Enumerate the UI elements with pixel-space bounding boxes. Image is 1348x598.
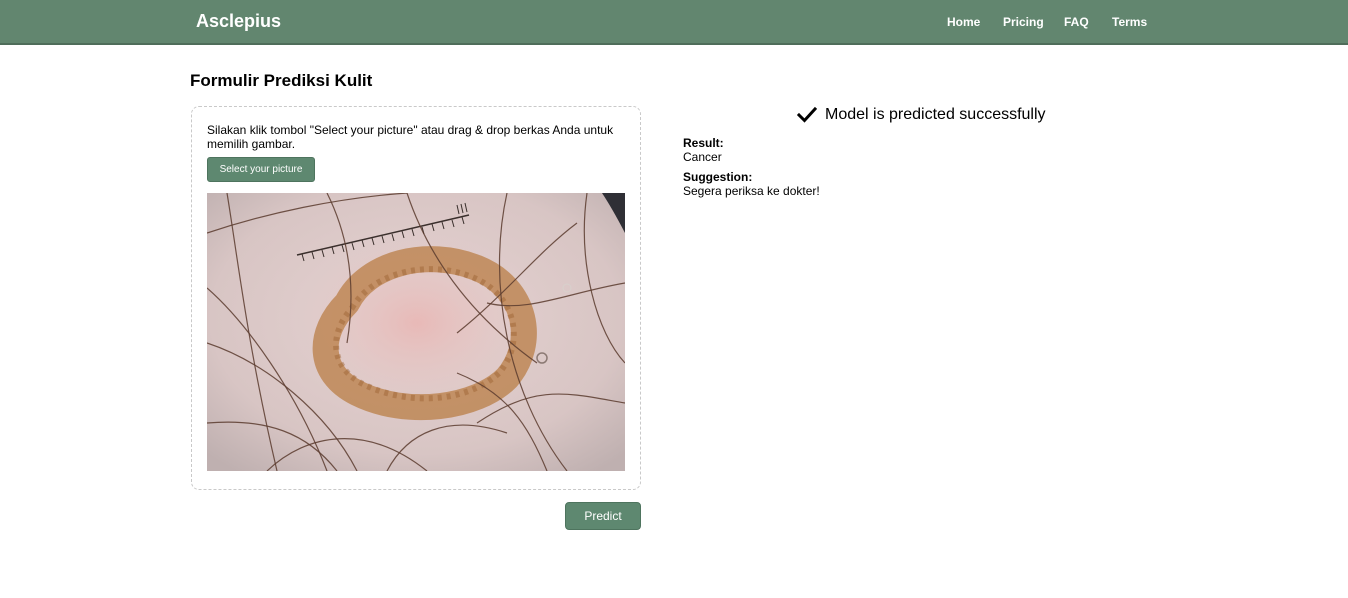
result-block: Result: Cancer	[683, 136, 724, 164]
status-message: Model is predicted successfully	[797, 104, 1046, 126]
upload-dropzone[interactable]: Silakan klik tombol "Select your picture…	[191, 106, 641, 490]
navbar: Asclepius Home Pricing FAQ Terms	[0, 0, 1348, 45]
select-picture-button[interactable]: Select your picture	[207, 157, 315, 182]
predict-button[interactable]: Predict	[565, 502, 641, 530]
suggestion-label: Suggestion:	[683, 170, 753, 184]
nav-link-home[interactable]: Home	[947, 15, 980, 29]
skin-lesion-image	[207, 193, 625, 471]
nav-link-terms[interactable]: Terms	[1112, 15, 1147, 29]
suggestion-block: Suggestion: Segera periksa ke dokter!	[683, 170, 820, 198]
nav-link-faq[interactable]: FAQ	[1064, 15, 1089, 29]
image-preview	[207, 193, 625, 471]
nav-links: Home Pricing FAQ Terms	[0, 15, 1348, 35]
nav-link-pricing[interactable]: Pricing	[1003, 15, 1044, 29]
status-text: Model is predicted successfully	[825, 106, 1046, 123]
upload-instructions: Silakan klik tombol "Select your picture…	[207, 123, 614, 151]
page-title: Formulir Prediksi Kulit	[190, 71, 373, 90]
result-label: Result:	[683, 136, 724, 150]
check-icon	[797, 106, 817, 123]
result-value: Cancer	[683, 150, 722, 164]
suggestion-value: Segera periksa ke dokter!	[683, 184, 820, 198]
